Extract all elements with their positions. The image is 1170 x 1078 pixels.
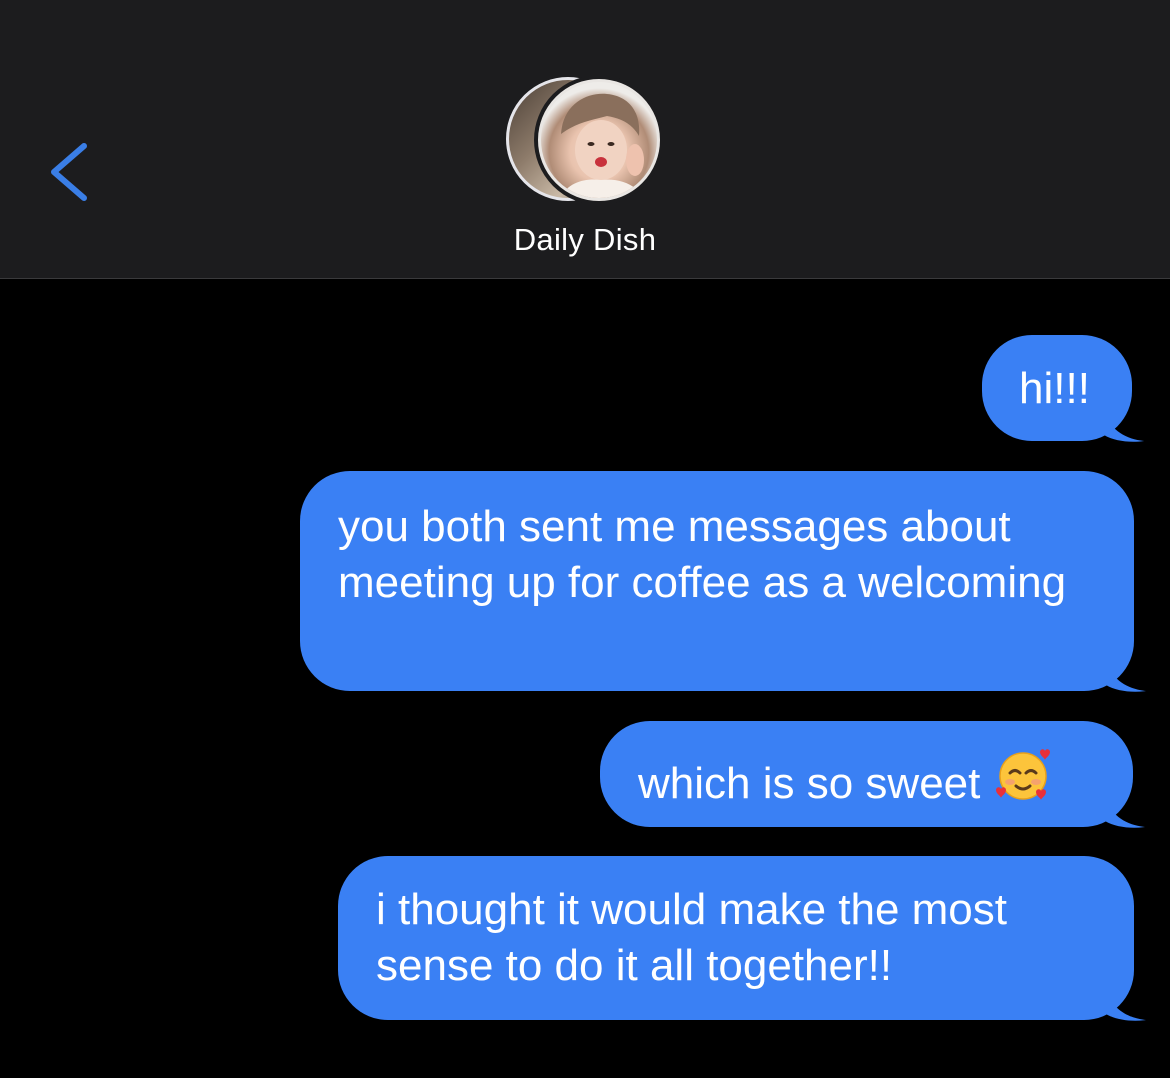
message-row: which is so sweet xyxy=(600,721,1145,828)
message-bubble[interactable]: i thought it would make the most sense t… xyxy=(338,856,1146,1021)
message-content: which is so sweet xyxy=(638,746,1133,818)
conversation-header: Daily Dish xyxy=(0,0,1170,279)
message-text: which is so sweet xyxy=(638,759,981,808)
message-bubble[interactable]: you both sent me messages about meeting … xyxy=(300,471,1146,692)
message-row: you both sent me messages about meeting … xyxy=(300,471,1146,692)
message-row: i thought it would make the most sense t… xyxy=(338,856,1146,1021)
message-bubble[interactable]: hi!!! xyxy=(982,335,1144,442)
message-row: hi!!! xyxy=(982,335,1144,442)
message-text: you both sent me messages about meeting … xyxy=(338,502,1067,607)
group-avatar[interactable] xyxy=(506,75,666,205)
contact-name[interactable]: Daily Dish xyxy=(0,222,1170,258)
message-bubble[interactable]: which is so sweet xyxy=(600,721,1145,828)
smiling-face-with-hearts-icon xyxy=(994,746,1052,818)
back-button[interactable] xyxy=(40,130,100,214)
bubble-tail xyxy=(1104,413,1144,442)
avatar xyxy=(534,75,664,205)
bubble-tail xyxy=(1105,799,1145,828)
bubble-tail xyxy=(1106,663,1146,692)
message-text: hi!!! xyxy=(1019,364,1090,413)
bubble-tail xyxy=(1106,992,1146,1021)
chevron-left-icon xyxy=(51,143,87,201)
message-text: i thought it would make the most sense t… xyxy=(376,885,1020,990)
